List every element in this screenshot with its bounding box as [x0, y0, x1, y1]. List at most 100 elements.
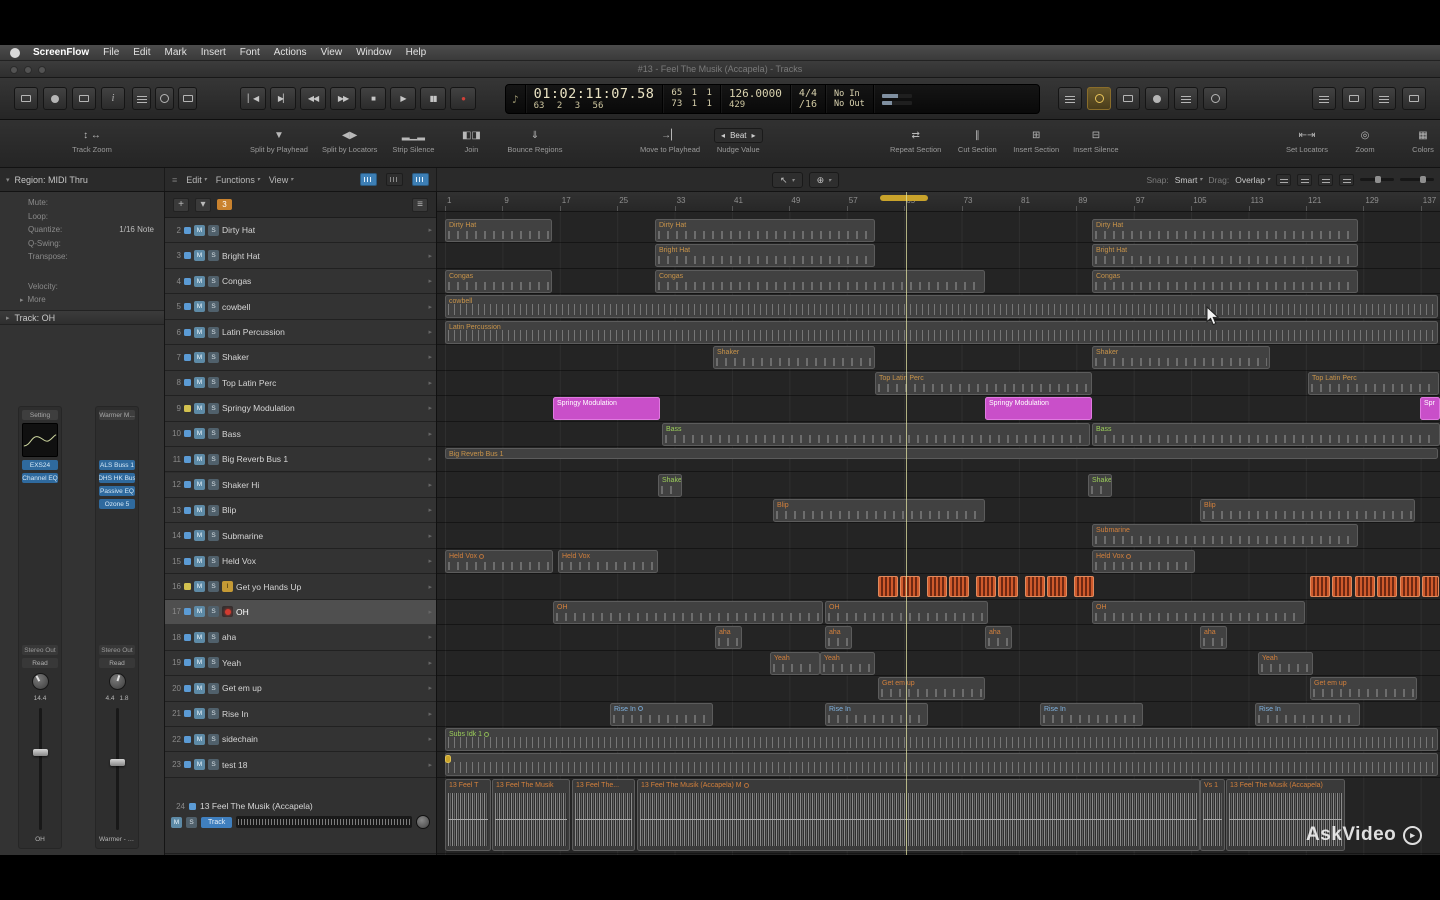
- toolbar-strip-silence[interactable]: ▂▁▂Strip Silence: [391, 128, 435, 154]
- menu-file[interactable]: File: [103, 47, 119, 58]
- track-header-21[interactable]: 21MSRise In▸: [165, 702, 436, 727]
- region-audio-clip[interactable]: [1377, 576, 1397, 597]
- monitor-icon[interactable]: [72, 87, 96, 110]
- toolbar-move-to-playhead[interactable]: →▏Move to Playhead: [640, 128, 700, 154]
- count-in-button[interactable]: [1058, 87, 1082, 110]
- solo-button[interactable]: S: [208, 505, 219, 516]
- region-held-vox[interactable]: Held Vox: [1092, 550, 1195, 573]
- region-audio-clip[interactable]: [927, 576, 947, 597]
- region-dirty-hat[interactable]: Dirty Hat: [1092, 219, 1358, 242]
- track-header-11[interactable]: 11MSBig Reverb Bus 1▸: [165, 447, 436, 472]
- lcd-locators-section[interactable]: 65 1 1 73 1 1: [662, 85, 720, 113]
- menu-help[interactable]: Help: [406, 47, 427, 58]
- display-icon[interactable]: [14, 87, 38, 110]
- mute-button[interactable]: M: [194, 352, 205, 363]
- solo-button[interactable]: S: [208, 403, 219, 414]
- mute-button[interactable]: M: [194, 530, 205, 541]
- region-congas[interactable]: Congas: [445, 270, 552, 293]
- mute-button[interactable]: M: [194, 708, 205, 719]
- track-knob[interactable]: [416, 815, 430, 829]
- track-disclosure-icon[interactable]: ▸: [6, 314, 10, 322]
- region-rise-in[interactable]: Rise In: [1040, 703, 1143, 726]
- record-enable-button[interactable]: [222, 606, 233, 617]
- mute-button[interactable]: M: [194, 428, 205, 439]
- region-yeah[interactable]: Yeah: [820, 652, 875, 675]
- go-to-beginning-button[interactable]: ▏◀: [240, 87, 266, 110]
- menu-functions[interactable]: Functions▾: [216, 175, 260, 185]
- cycle-region[interactable]: [880, 195, 928, 201]
- region-springy-modulation[interactable]: Springy Modulation: [553, 397, 660, 420]
- mute-button[interactable]: M: [194, 301, 205, 312]
- go-to-end-button[interactable]: ▶▏: [270, 87, 296, 110]
- solo-button[interactable]: S: [208, 352, 219, 363]
- eq-display[interactable]: [22, 423, 58, 457]
- collapse-tracks-button[interactable]: [386, 173, 403, 186]
- fader-cap[interactable]: [33, 749, 48, 756]
- toolbar-cut-section[interactable]: ∥Cut Section: [955, 128, 999, 154]
- mute-button[interactable]: M: [194, 377, 205, 388]
- region-inspector-header[interactable]: ▾ Region: MIDI Thru: [0, 168, 165, 191]
- bar-ruler[interactable]: 1917253341495765738189971051131211291371…: [437, 192, 1440, 212]
- solo-button[interactable]: S: [208, 250, 219, 261]
- notes-button[interactable]: [1372, 87, 1396, 110]
- secondary-tool[interactable]: ⊕▾: [809, 172, 840, 188]
- region-spr[interactable]: Spr: [1420, 397, 1440, 420]
- region-bass[interactable]: Bass: [1092, 423, 1440, 446]
- plugin-channel-eq[interactable]: Channel EQ: [22, 473, 58, 483]
- stop-button[interactable]: ■: [360, 87, 386, 110]
- region-shake[interactable]: Shake: [1088, 474, 1112, 497]
- region-shaker[interactable]: Shaker: [1092, 346, 1270, 369]
- param-quantize[interactable]: Quantize:1/16 Note: [0, 223, 164, 237]
- region-oh[interactable]: OH: [553, 601, 823, 624]
- region-13-feel-the-musik-accapela-m[interactable]: 13 Feel The Musik (Accapela) M: [637, 779, 1200, 851]
- nudge-stepper[interactable]: ◂Beat▸: [714, 128, 763, 143]
- solo-button[interactable]: S: [208, 276, 219, 287]
- region-congas[interactable]: Congas: [655, 270, 985, 293]
- screen-record-icon[interactable]: [43, 87, 67, 110]
- solo-button[interactable]: S: [208, 632, 219, 643]
- toolbar-toggle-button[interactable]: [1312, 87, 1336, 110]
- track-header-15[interactable]: 15MSHeld Vox▸: [165, 549, 436, 574]
- drag-menu[interactable]: Overlap▾: [1235, 175, 1270, 185]
- horizontal-zoom-slider[interactable]: [1360, 178, 1394, 181]
- menu-edit[interactable]: Edit: [133, 47, 150, 58]
- lcd-position-section[interactable]: 01:02:11:07.58 63 2 3 56: [525, 85, 663, 113]
- toolbar-colors[interactable]: ▦Colors: [1401, 128, 1440, 154]
- region-aha[interactable]: aha: [825, 626, 852, 649]
- mute-button[interactable]: M: [194, 759, 205, 770]
- region-yeah[interactable]: Yeah: [770, 652, 820, 675]
- region-latin-percussion[interactable]: Latin Percussion: [445, 321, 1438, 344]
- marker-tool-icon[interactable]: [155, 87, 174, 110]
- volume-fader[interactable]: [22, 705, 58, 833]
- list-editors-button[interactable]: [1342, 87, 1366, 110]
- track-header-10[interactable]: 10MSBass▸: [165, 422, 436, 447]
- mute-button[interactable]: M: [171, 817, 182, 828]
- forward-button[interactable]: ▶▶: [330, 87, 356, 110]
- menu-view[interactable]: View▾: [269, 175, 293, 185]
- track-header-4[interactable]: 4MSCongas▸: [165, 269, 436, 294]
- new-track-button[interactable]: +: [173, 198, 189, 212]
- region-vs-1[interactable]: Vs 1: [1200, 779, 1225, 851]
- input-monitor-button[interactable]: I: [222, 581, 233, 592]
- waveform-zoom-button[interactable]: [1318, 174, 1333, 186]
- toolbar-insert-section[interactable]: ⊞Insert Section: [1013, 128, 1059, 154]
- track-button[interactable]: Track: [201, 817, 232, 828]
- track-header-23[interactable]: 23MStest 18▸: [165, 752, 436, 777]
- record-button[interactable]: ●: [450, 87, 476, 110]
- toolbar-nudge-value[interactable]: ◂Beat▸Nudge Value: [714, 128, 763, 154]
- mute-button[interactable]: M: [194, 734, 205, 745]
- solo-mode-button[interactable]: [1174, 87, 1198, 110]
- rewind-button[interactable]: ◀◀: [300, 87, 326, 110]
- region-rise-in[interactable]: Rise In: [610, 703, 713, 726]
- region-bass[interactable]: Bass: [662, 423, 1090, 446]
- vertical-zoom-slider[interactable]: [1400, 178, 1434, 181]
- region-shaker[interactable]: Shaker: [713, 346, 875, 369]
- menu-mark[interactable]: Mark: [165, 47, 187, 58]
- region-aha[interactable]: aha: [1200, 626, 1227, 649]
- track-header-20[interactable]: 20MSGet em up▸: [165, 676, 436, 701]
- toolbar-bounce-regions[interactable]: ⇓Bounce Regions: [507, 128, 562, 154]
- region-big-reverb-bus-1[interactable]: Big Reverb Bus 1: [445, 448, 1438, 459]
- track-header-8[interactable]: 8MSTop Latin Perc▸: [165, 371, 436, 396]
- solo-button[interactable]: S: [208, 530, 219, 541]
- param-mute[interactable]: Mute:: [0, 196, 164, 210]
